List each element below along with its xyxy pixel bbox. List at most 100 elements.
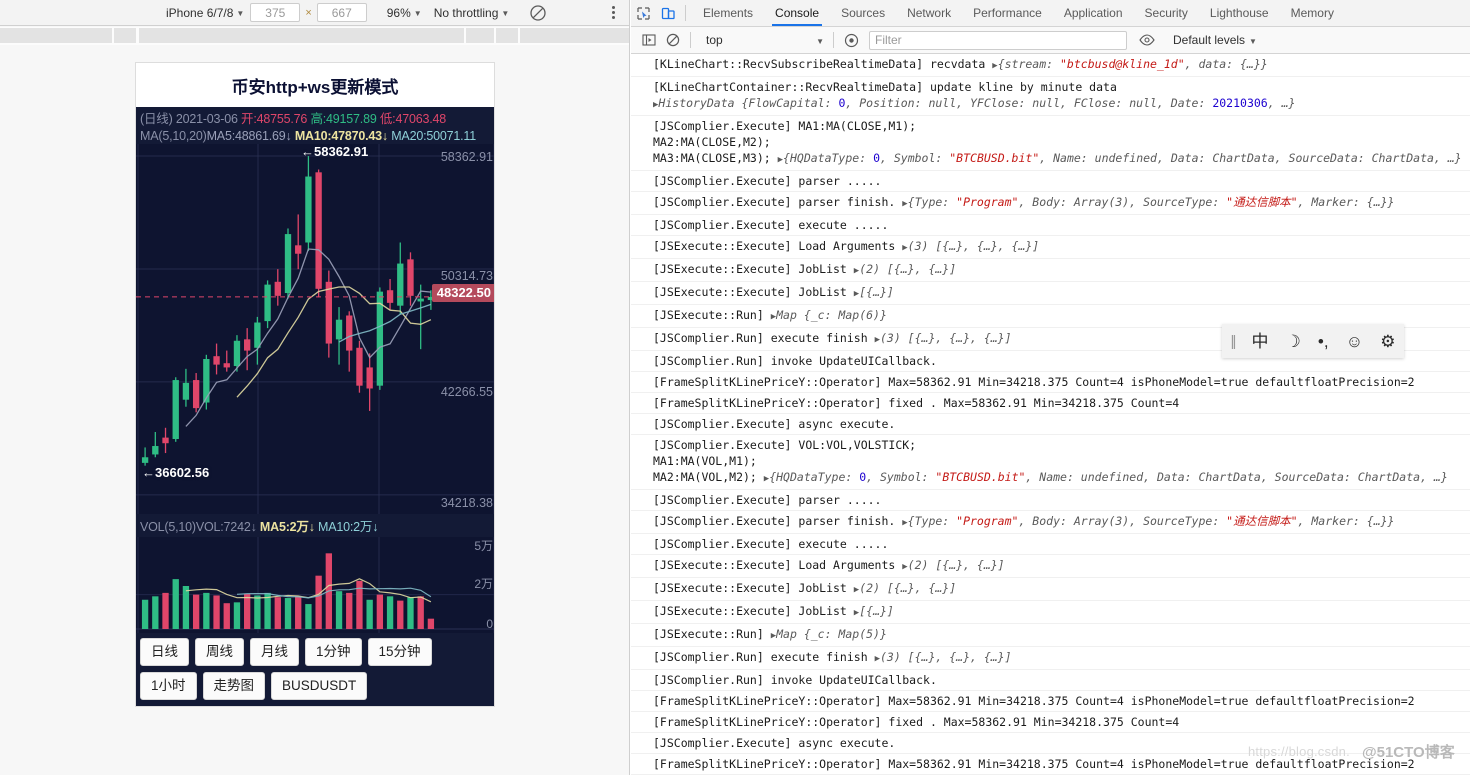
console-message[interactable]: [JSExecute::Run] ▶Map {_c: Map(5)} <box>631 624 1470 647</box>
ime-floating-toolbar[interactable]: || 中 ☽ •, ☺ ⚙ <box>1222 324 1404 358</box>
ma-indicator-title: MA(5,10,20) <box>140 129 207 143</box>
clear-console-icon[interactable] <box>661 29 685 51</box>
ma-info-line: MA(5,10,20)MA5:48861.69↓ MA10:47870.43↓ … <box>136 128 494 144</box>
emoji-icon[interactable]: ☺ <box>1346 333 1363 350</box>
console-message[interactable]: [JSComplier.Run] execute finish ▶(3) [{…… <box>631 647 1470 670</box>
y-axis-tick: 42266.55 <box>440 385 493 399</box>
tab-performance[interactable]: Performance <box>962 0 1053 26</box>
ime-settings-icon[interactable]: ⚙ <box>1380 333 1395 350</box>
period-button-15min[interactable]: 15分钟 <box>367 637 432 666</box>
volume-chart-area[interactable]: 5万 2万 0 <box>136 537 494 637</box>
toggle-device-toolbar-icon[interactable] <box>656 0 681 26</box>
eye-icon[interactable] <box>1135 29 1159 51</box>
kline-chart-widget: (日线) 2021-03-06 开:48755.76 高:49157.89 低:… <box>136 107 494 706</box>
execution-context-selector[interactable]: top ▼ <box>700 30 828 50</box>
more-options-icon[interactable] <box>607 4 620 21</box>
console-message[interactable]: [JSExecute::Execute] Load Arguments ▶(3)… <box>631 236 1470 259</box>
console-message[interactable]: [JSComplier.Execute] parser finish. ▶{Ty… <box>631 192 1470 215</box>
half-width-moon-icon[interactable]: ☽ <box>1286 333 1301 350</box>
price-chart-area[interactable]: 58362.91 50314.73 42266.55 34218.38 ←583… <box>136 144 494 514</box>
ime-drag-handle[interactable]: || <box>1231 333 1237 350</box>
console-message[interactable]: [FrameSplitKLinePriceY::Operator] fixed … <box>631 712 1470 733</box>
console-message[interactable]: [JSComplier.Execute] async execute. <box>631 733 1470 754</box>
vol-ma5-value: MA5:2万↓ <box>259 520 315 534</box>
ruler-segment <box>114 28 136 43</box>
console-message[interactable]: [JSExecute::Execute] JobList ▶[{…}] <box>631 282 1470 305</box>
console-message[interactable]: [JSComplier.Execute] parser ..... <box>631 490 1470 511</box>
punctuation-icon[interactable]: •, <box>1318 333 1329 350</box>
tab-sources[interactable]: Sources <box>830 0 896 26</box>
period-button-1hour[interactable]: 1小时 <box>140 671 197 700</box>
ruler-segment <box>0 28 112 43</box>
console-message[interactable]: [JSComplier.Execute] execute ..... <box>631 534 1470 555</box>
live-expression-icon[interactable] <box>839 29 863 51</box>
vol-ma10-value: MA10:2万↓ <box>318 520 379 534</box>
console-message[interactable]: [FrameSplitKLinePriceY::Operator] Max=58… <box>631 372 1470 393</box>
console-message[interactable]: [JSComplier.Execute] async execute. <box>631 414 1470 435</box>
console-toolbar: top ▼ Default levels ▼ <box>631 27 1470 54</box>
y-axis-tick: 34218.38 <box>440 496 493 510</box>
console-message[interactable]: [JSComplier.Execute] VOL:VOL,VOLSTICK; M… <box>631 435 1470 490</box>
ruler-segment <box>466 28 494 43</box>
mobile-viewport: 币安http+ws更新模式 (日线) 2021-03-06 开:48755.76… <box>135 62 495 707</box>
console-message[interactable]: [JSComplier.Run] invoke UpdateUICallback… <box>631 670 1470 691</box>
ime-language-mode-icon[interactable]: 中 <box>1251 333 1268 350</box>
viewport-ruler <box>0 27 629 45</box>
console-message[interactable]: [KLineChart::RecvSubscribeRealtimeData] … <box>631 54 1470 77</box>
volume-info-line: VOL(5,10)VOL:7242↓ MA5:2万↓ MA10:2万↓ <box>136 514 494 537</box>
period-label: (日线) <box>140 112 173 126</box>
console-message[interactable]: [FrameSplitKLinePriceY::Operator] Max=58… <box>631 754 1470 775</box>
zoom-selector[interactable]: 96% ▼ <box>381 3 428 23</box>
chevron-down-icon: ▼ <box>816 36 824 46</box>
device-toolbar: iPhone 6/7/8 ▼ × 96% ▼ No throttling ▼ <box>0 0 629 26</box>
viewport-width-input[interactable] <box>250 3 301 22</box>
page-title: 币安http+ws更新模式 <box>136 63 494 107</box>
throttling-selector[interactable]: No throttling ▼ <box>428 3 516 23</box>
period-button-day[interactable]: 日线 <box>140 637 189 666</box>
console-message[interactable]: [JSComplier.Execute] parser ..... <box>631 171 1470 192</box>
high-price: 高:49157.89 <box>310 112 377 126</box>
toolbar-divider <box>833 32 834 48</box>
viewport-height-input[interactable] <box>316 3 367 22</box>
chevron-down-icon: ▼ <box>1249 36 1257 46</box>
vol-indicator-title: VOL(5,10) <box>140 520 196 534</box>
quote-date: 2021-03-06 <box>175 112 238 126</box>
dimension-separator: × <box>305 6 312 19</box>
period-button-month[interactable]: 月线 <box>250 637 299 666</box>
tab-memory[interactable]: Memory <box>1280 0 1345 26</box>
period-button-week[interactable]: 周线 <box>195 637 244 666</box>
console-message[interactable]: [JSExecute::Execute] Load Arguments ▶(2)… <box>631 555 1470 578</box>
console-sidebar-icon[interactable] <box>637 29 661 51</box>
trend-chart-button[interactable]: 走势图 <box>202 671 266 700</box>
volume-y-tick: 0 <box>486 617 493 631</box>
console-filter-input[interactable] <box>869 30 1127 50</box>
symbol-button[interactable]: BUSDUSDT <box>271 671 368 700</box>
console-message[interactable]: [JSExecute::Execute] JobList ▶(2) [{…}, … <box>631 259 1470 282</box>
console-message[interactable]: [FrameSplitKLinePriceY::Operator] Max=58… <box>631 691 1470 712</box>
console-message[interactable]: [JSExecute::Execute] JobList ▶(2) [{…}, … <box>631 578 1470 601</box>
screenshot-root: iPhone 6/7/8 ▼ × 96% ▼ No throttling ▼ <box>0 0 1470 775</box>
tab-lighthouse[interactable]: Lighthouse <box>1199 0 1280 26</box>
console-message[interactable]: [JSComplier.Execute] parser finish. ▶{Ty… <box>631 511 1470 534</box>
vol-value: VOL:7242↓ <box>195 520 257 534</box>
ruler-segment <box>496 28 518 43</box>
tab-security[interactable]: Security <box>1134 0 1199 26</box>
tab-console[interactable]: Console <box>764 0 830 26</box>
log-levels-label: Default levels <box>1173 33 1246 47</box>
console-message[interactable]: [JSComplier.Execute] execute ..... <box>631 215 1470 236</box>
tab-network[interactable]: Network <box>896 0 962 26</box>
candlestick-svg <box>136 144 494 514</box>
log-levels-selector[interactable]: Default levels ▼ <box>1173 33 1257 47</box>
device-selector[interactable]: iPhone 6/7/8 ▼ <box>160 3 250 23</box>
tab-elements[interactable]: Elements <box>692 0 764 26</box>
rotate-icon[interactable] <box>529 4 547 22</box>
quote-info-line: (日线) 2021-03-06 开:48755.76 高:49157.89 低:… <box>136 107 494 128</box>
period-button-1min[interactable]: 1分钟 <box>305 637 362 666</box>
console-message[interactable]: [FrameSplitKLinePriceY::Operator] fixed … <box>631 393 1470 414</box>
inspect-element-icon[interactable] <box>631 0 656 26</box>
tab-application[interactable]: Application <box>1053 0 1134 26</box>
console-message[interactable]: [JSComplier.Execute] MA1:MA(CLOSE,M1); M… <box>631 116 1470 171</box>
console-message[interactable]: [JSExecute::Execute] JobList ▶[{…}] <box>631 601 1470 624</box>
console-message-list[interactable]: [KLineChart::RecvSubscribeRealtimeData] … <box>631 54 1470 775</box>
console-message[interactable]: [KLineChartContainer::RecvRealtimeData] … <box>631 77 1470 116</box>
